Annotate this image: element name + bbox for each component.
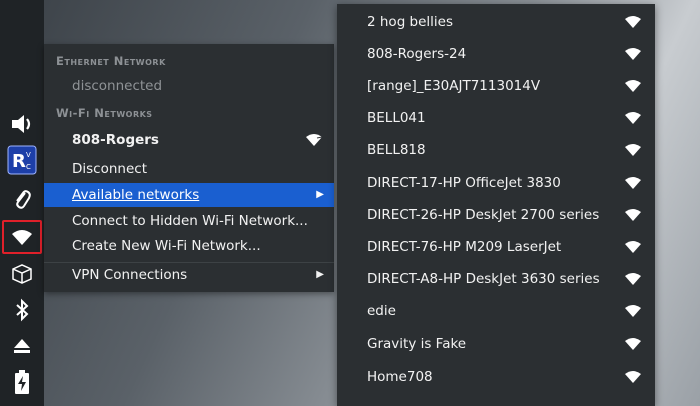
network-item[interactable]: BELL041: [337, 102, 655, 134]
wifi-signal-icon: [625, 48, 641, 60]
wifi-signal-icon: [625, 177, 641, 189]
wifi-signal-icon: [625, 371, 641, 383]
network-name: DIRECT-26-HP DeskJet 2700 series: [367, 207, 600, 223]
available-networks-item[interactable]: Available networks ▶: [44, 183, 334, 207]
vpn-connections-item[interactable]: VPN Connections ▶: [44, 263, 334, 287]
network-name: 808-Rogers-24: [367, 46, 467, 62]
wifi-signal-icon: [625, 80, 641, 92]
app-logo-icon[interactable]: RVC: [6, 144, 38, 176]
available-networks-label: Available networks: [72, 187, 200, 203]
network-item[interactable]: Home708: [337, 361, 655, 393]
network-name: edie: [367, 303, 396, 319]
create-new-network-item[interactable]: Create New Wi-Fi Network...: [44, 234, 334, 258]
connected-network-item[interactable]: 808-Rogers: [44, 128, 334, 152]
ethernet-header: Ethernet Network: [56, 54, 166, 68]
network-name: 2 hog bellies: [367, 14, 454, 30]
wifi-header: Wi-Fi Networks: [56, 106, 153, 120]
network-name: DIRECT-76-HP M209 LaserJet: [367, 239, 562, 255]
wifi-signal-icon: [625, 144, 641, 156]
network-item[interactable]: [range]_E30AJT7113014V: [337, 70, 655, 102]
network-item[interactable]: DIRECT-17-HP OfficeJet 3830: [337, 167, 655, 199]
network-name: Gravity is Fake: [367, 336, 467, 352]
eject-icon[interactable]: [6, 330, 38, 362]
network-item[interactable]: BELL818: [337, 134, 655, 166]
network-name: Home708: [367, 369, 433, 385]
submenu-arrow-icon: ▶: [316, 189, 324, 200]
bluetooth-icon[interactable]: [6, 294, 38, 326]
network-item[interactable]: Gravity is Fake: [337, 328, 655, 360]
network-item[interactable]: DIRECT-76-HP M209 LaserJet: [337, 231, 655, 263]
svg-text:V: V: [26, 151, 31, 159]
network-item[interactable]: edie: [337, 295, 655, 327]
network-name: BELL041: [367, 110, 426, 126]
wifi-signal-icon: [625, 338, 641, 350]
wifi-signal-icon: [625, 241, 641, 253]
vpn-connections-label: VPN Connections: [72, 267, 188, 283]
network-item[interactable]: DIRECT-26-HP DeskJet 2700 series: [337, 199, 655, 231]
network-menu: Ethernet Network disconnected Wi-Fi Netw…: [44, 44, 334, 292]
wifi-signal-icon: [306, 134, 322, 146]
network-name: BELL818: [367, 142, 426, 158]
network-item[interactable]: DIRECT-A8-HP DeskJet 3630 series: [337, 263, 655, 295]
package-icon[interactable]: [6, 258, 38, 290]
paperclip-icon[interactable]: [6, 184, 38, 216]
wifi-signal-icon: [625, 273, 641, 285]
network-item[interactable]: 2 hog bellies: [337, 6, 655, 38]
available-networks-submenu: 2 hog bellies 808-Rogers-24 [range]_E30A…: [337, 4, 655, 406]
system-tray-panel: RVC: [0, 0, 44, 406]
wifi-signal-icon: [625, 209, 641, 221]
battery-charging-icon[interactable]: [6, 366, 38, 398]
connect-hidden-item[interactable]: Connect to Hidden Wi-Fi Network...: [44, 209, 334, 233]
volume-icon[interactable]: [6, 108, 38, 140]
submenu-arrow-icon: ▶: [316, 269, 324, 280]
wifi-signal-icon: [625, 305, 641, 317]
network-name: [range]_E30AJT7113014V: [367, 78, 541, 94]
network-name: DIRECT-17-HP OfficeJet 3830: [367, 175, 561, 191]
wifi-selection-highlight: [2, 220, 42, 254]
wifi-signal-icon: [625, 16, 641, 28]
svg-text:R: R: [12, 151, 26, 172]
network-name: DIRECT-A8-HP DeskJet 3630 series: [367, 271, 600, 287]
svg-text:C: C: [26, 163, 31, 171]
disconnect-item[interactable]: Disconnect: [44, 157, 334, 181]
wifi-signal-icon: [625, 112, 641, 124]
connected-network-label: 808-Rogers: [72, 132, 159, 148]
network-item[interactable]: 808-Rogers-24: [337, 38, 655, 70]
ethernet-status: disconnected: [72, 78, 163, 94]
